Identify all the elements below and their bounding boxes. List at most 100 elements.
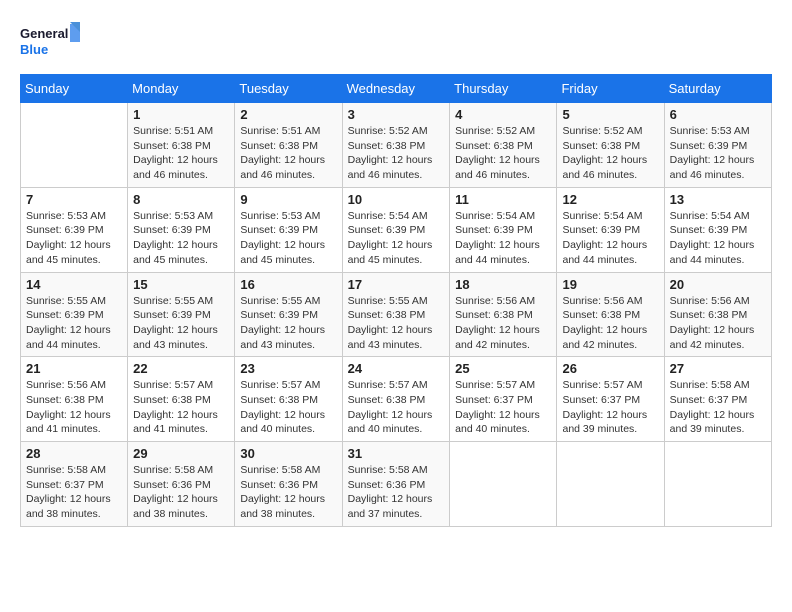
week-row-2: 7Sunrise: 5:53 AM Sunset: 6:39 PM Daylig…: [21, 187, 772, 272]
day-info: Sunrise: 5:54 AM Sunset: 6:39 PM Dayligh…: [455, 209, 551, 268]
day-cell: 1Sunrise: 5:51 AM Sunset: 6:38 PM Daylig…: [128, 103, 235, 188]
day-info: Sunrise: 5:58 AM Sunset: 6:37 PM Dayligh…: [26, 463, 122, 522]
day-cell: 30Sunrise: 5:58 AM Sunset: 6:36 PM Dayli…: [235, 442, 342, 527]
week-row-3: 14 Sunrise: 5:55 AM Sunset: 6:39 PM Dayli…: [21, 272, 772, 357]
header-cell-monday: Monday: [128, 75, 235, 103]
svg-text:Blue: Blue: [20, 42, 48, 57]
logo-svg: General Blue: [20, 20, 80, 64]
day-cell: 27Sunrise: 5:58 AM Sunset: 6:37 PM Dayli…: [664, 357, 771, 442]
header-cell-saturday: Saturday: [664, 75, 771, 103]
day-cell: 22 Sunrise: 5:57 AM Sunset: 6:38 PM Dayli…: [128, 357, 235, 442]
day-info: Sunrise: 5:57 AM Sunset: 6:37 PM Dayligh…: [455, 378, 551, 437]
day-number: 16: [240, 277, 336, 292]
day-cell: [664, 442, 771, 527]
day-cell: 8 Sunrise: 5:53 AM Sunset: 6:39 PM Daylig…: [128, 187, 235, 272]
calendar-header: SundayMondayTuesdayWednesdayThursdayFrid…: [21, 75, 772, 103]
day-number: 14: [26, 277, 122, 292]
day-number: 4: [455, 107, 551, 122]
day-number: 25: [455, 361, 551, 376]
day-cell: 23Sunrise: 5:57 AM Sunset: 6:38 PM Dayli…: [235, 357, 342, 442]
day-cell: 2 Sunrise: 5:51 AM Sunset: 6:38 PM Daylig…: [235, 103, 342, 188]
header-cell-thursday: Thursday: [450, 75, 557, 103]
day-info: Sunrise: 5:54 AM Sunset: 6:39 PM Dayligh…: [562, 209, 658, 268]
day-cell: 13 Sunrise: 5:54 AM Sunset: 6:39 PM Dayli…: [664, 187, 771, 272]
day-cell: 24 Sunrise: 5:57 AM Sunset: 6:38 PM Dayli…: [342, 357, 450, 442]
header-cell-wednesday: Wednesday: [342, 75, 450, 103]
day-cell: 16 Sunrise: 5:55 AM Sunset: 6:39 PM Dayli…: [235, 272, 342, 357]
day-number: 26: [562, 361, 658, 376]
day-number: 29: [133, 446, 229, 461]
day-cell: 4 Sunrise: 5:52 AM Sunset: 6:38 PM Daylig…: [450, 103, 557, 188]
svg-text:General: General: [20, 26, 68, 41]
day-info: Sunrise: 5:57 AM Sunset: 6:38 PM Dayligh…: [133, 378, 229, 437]
day-number: 3: [348, 107, 445, 122]
day-info: Sunrise: 5:56 AM Sunset: 6:38 PM Dayligh…: [670, 294, 766, 353]
day-number: 13: [670, 192, 766, 207]
calendar-body: 1Sunrise: 5:51 AM Sunset: 6:38 PM Daylig…: [21, 103, 772, 527]
day-number: 17: [348, 277, 445, 292]
day-info: Sunrise: 5:54 AM Sunset: 6:39 PM Dayligh…: [670, 209, 766, 268]
day-info: Sunrise: 5:53 AM Sunset: 6:39 PM Dayligh…: [670, 124, 766, 183]
day-cell: 29 Sunrise: 5:58 AM Sunset: 6:36 PM Dayli…: [128, 442, 235, 527]
day-number: 21: [26, 361, 122, 376]
day-cell: 7Sunrise: 5:53 AM Sunset: 6:39 PM Daylig…: [21, 187, 128, 272]
logo: General Blue: [20, 20, 80, 64]
day-info: Sunrise: 5:55 AM Sunset: 6:38 PM Dayligh…: [348, 294, 445, 353]
day-cell: 9Sunrise: 5:53 AM Sunset: 6:39 PM Daylig…: [235, 187, 342, 272]
day-info: Sunrise: 5:51 AM Sunset: 6:38 PM Dayligh…: [240, 124, 336, 183]
day-info: Sunrise: 5:55 AM Sunset: 6:39 PM Dayligh…: [240, 294, 336, 353]
header-cell-tuesday: Tuesday: [235, 75, 342, 103]
day-cell: [21, 103, 128, 188]
day-info: Sunrise: 5:52 AM Sunset: 6:38 PM Dayligh…: [562, 124, 658, 183]
day-info: Sunrise: 5:58 AM Sunset: 6:36 PM Dayligh…: [133, 463, 229, 522]
day-cell: [450, 442, 557, 527]
header-cell-sunday: Sunday: [21, 75, 128, 103]
day-number: 22: [133, 361, 229, 376]
day-number: 6: [670, 107, 766, 122]
header-cell-friday: Friday: [557, 75, 664, 103]
day-cell: 11 Sunrise: 5:54 AM Sunset: 6:39 PM Dayli…: [450, 187, 557, 272]
day-info: Sunrise: 5:56 AM Sunset: 6:38 PM Dayligh…: [455, 294, 551, 353]
day-cell: 21 Sunrise: 5:56 AM Sunset: 6:38 PM Dayli…: [21, 357, 128, 442]
day-number: 2: [240, 107, 336, 122]
day-number: 20: [670, 277, 766, 292]
day-number: 28: [26, 446, 122, 461]
day-cell: 10 Sunrise: 5:54 AM Sunset: 6:39 PM Dayli…: [342, 187, 450, 272]
day-info: Sunrise: 5:56 AM Sunset: 6:38 PM Dayligh…: [26, 378, 122, 437]
week-row-4: 21 Sunrise: 5:56 AM Sunset: 6:38 PM Dayli…: [21, 357, 772, 442]
day-info: Sunrise: 5:52 AM Sunset: 6:38 PM Dayligh…: [455, 124, 551, 183]
day-number: 24: [348, 361, 445, 376]
calendar-table: SundayMondayTuesdayWednesdayThursdayFrid…: [20, 74, 772, 527]
week-row-5: 28 Sunrise: 5:58 AM Sunset: 6:37 PM Dayli…: [21, 442, 772, 527]
week-row-1: 1Sunrise: 5:51 AM Sunset: 6:38 PM Daylig…: [21, 103, 772, 188]
day-number: 15: [133, 277, 229, 292]
day-number: 30: [240, 446, 336, 461]
day-number: 10: [348, 192, 445, 207]
day-cell: 26 Sunrise: 5:57 AM Sunset: 6:37 PM Dayli…: [557, 357, 664, 442]
day-number: 8: [133, 192, 229, 207]
day-number: 9: [240, 192, 336, 207]
day-info: Sunrise: 5:51 AM Sunset: 6:38 PM Dayligh…: [133, 124, 229, 183]
day-info: Sunrise: 5:57 AM Sunset: 6:37 PM Dayligh…: [562, 378, 658, 437]
day-info: Sunrise: 5:57 AM Sunset: 6:38 PM Dayligh…: [348, 378, 445, 437]
day-number: 18: [455, 277, 551, 292]
day-cell: 17 Sunrise: 5:55 AM Sunset: 6:38 PM Dayli…: [342, 272, 450, 357]
day-info: Sunrise: 5:54 AM Sunset: 6:39 PM Dayligh…: [348, 209, 445, 268]
day-cell: 25 Sunrise: 5:57 AM Sunset: 6:37 PM Dayli…: [450, 357, 557, 442]
day-number: 11: [455, 192, 551, 207]
day-number: 12: [562, 192, 658, 207]
day-info: Sunrise: 5:53 AM Sunset: 6:39 PM Dayligh…: [133, 209, 229, 268]
day-info: Sunrise: 5:58 AM Sunset: 6:36 PM Dayligh…: [348, 463, 445, 522]
day-number: 27: [670, 361, 766, 376]
page-header: General Blue: [20, 20, 772, 64]
day-number: 31: [348, 446, 445, 461]
day-cell: 3 Sunrise: 5:52 AM Sunset: 6:38 PM Daylig…: [342, 103, 450, 188]
day-info: Sunrise: 5:53 AM Sunset: 6:39 PM Dayligh…: [26, 209, 122, 268]
day-number: 5: [562, 107, 658, 122]
day-cell: 12 Sunrise: 5:54 AM Sunset: 6:39 PM Dayli…: [557, 187, 664, 272]
day-cell: 15Sunrise: 5:55 AM Sunset: 6:39 PM Dayli…: [128, 272, 235, 357]
day-cell: 28 Sunrise: 5:58 AM Sunset: 6:37 PM Dayli…: [21, 442, 128, 527]
day-cell: [557, 442, 664, 527]
day-cell: 5 Sunrise: 5:52 AM Sunset: 6:38 PM Daylig…: [557, 103, 664, 188]
day-info: Sunrise: 5:52 AM Sunset: 6:38 PM Dayligh…: [348, 124, 445, 183]
